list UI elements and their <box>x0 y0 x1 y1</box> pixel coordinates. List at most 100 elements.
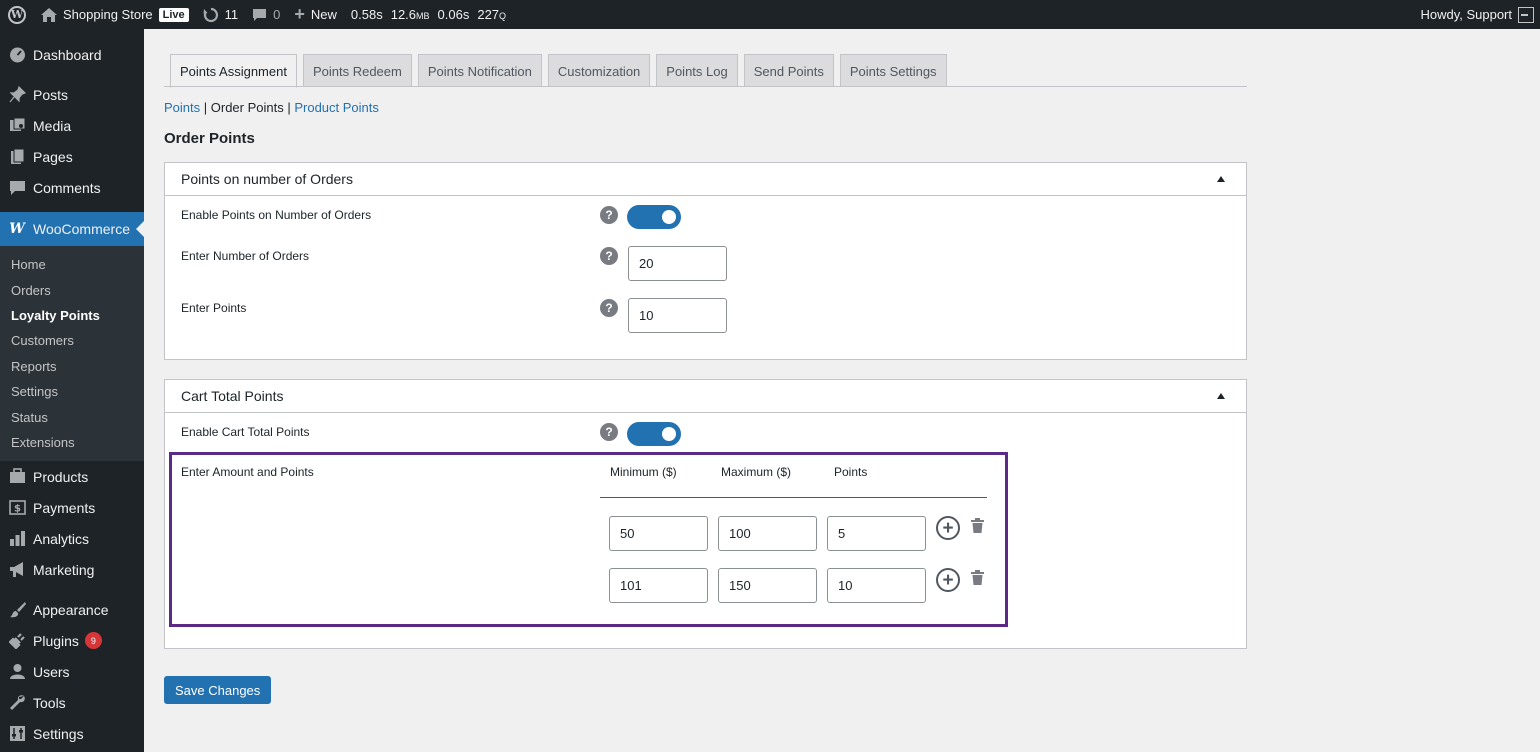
user-icon <box>8 663 26 681</box>
help-icon[interactable]: ? <box>600 206 618 224</box>
enable-cart-toggle[interactable] <box>627 422 681 446</box>
order-points-input[interactable] <box>628 298 727 333</box>
breadcrumb-points-link[interactable]: Points <box>164 100 200 115</box>
sidebar-item-marketing[interactable]: Marketing <box>0 554 144 585</box>
sidebar-label-media: Media <box>33 117 72 134</box>
breadcrumb-product-points-link[interactable]: Product Points <box>294 100 379 115</box>
tab-points-notification[interactable]: Points Notification <box>417 54 542 87</box>
comments-link[interactable]: 0 <box>245 0 287 29</box>
sidebar-label-payments: Payments <box>33 499 96 516</box>
metric-memory-value: 12.6 <box>390 7 417 22</box>
my-account-link[interactable]: Howdy, Support <box>1420 0 1540 29</box>
sidebar-item-dashboard[interactable]: Dashboard <box>0 39 144 70</box>
sidebar-item-users[interactable]: Users <box>0 656 144 687</box>
plugins-update-badge: 9 <box>84 632 102 650</box>
avatar-icon <box>1518 6 1534 23</box>
add-row-icon[interactable]: + <box>936 516 960 540</box>
row2-minimum-input[interactable] <box>609 568 708 603</box>
wrench-icon <box>8 694 26 712</box>
live-badge: Live <box>158 7 189 22</box>
sidebar-item-woocommerce[interactable]: W WooCommerce <box>0 212 144 246</box>
site-name-link[interactable]: Shopping Store Live <box>34 0 196 29</box>
metric-queries: 227Q <box>477 7 506 22</box>
pushpin-icon <box>8 86 26 104</box>
submenu-item-customers[interactable]: Customers <box>0 328 144 353</box>
sidebar-label-products: Products <box>33 468 89 485</box>
breadcrumb-separator: | <box>283 100 295 115</box>
sidebar-item-pages[interactable]: Pages <box>0 141 144 172</box>
trash-icon[interactable] <box>971 570 984 586</box>
sidebar-item-posts[interactable]: Posts <box>0 79 144 110</box>
tab-points-assignment[interactable]: Points Assignment <box>170 54 297 88</box>
amount-points-label: Enter Amount and Points <box>181 465 314 479</box>
sidebar-label-woocommerce: WooCommerce <box>33 221 130 237</box>
save-changes-button[interactable]: Save Changes <box>164 676 272 704</box>
row1-maximum-input[interactable] <box>718 516 817 551</box>
tab-points-log[interactable]: Points Log <box>656 54 738 87</box>
collapse-arrow-icon[interactable] <box>1217 393 1225 399</box>
home-icon <box>41 7 57 22</box>
query-monitor-link[interactable]: 0.58s 12.6MB 0.06s 227Q <box>344 0 521 29</box>
new-label: New <box>310 7 337 22</box>
breadcrumb-separator: | <box>200 100 211 115</box>
refresh-icon <box>203 7 219 23</box>
updates-count: 11 <box>224 7 239 22</box>
help-icon[interactable]: ? <box>600 247 618 265</box>
row1-points-input[interactable] <box>827 516 926 551</box>
submenu-item-settings[interactable]: Settings <box>0 379 144 404</box>
dashboard-icon <box>8 46 26 64</box>
sidebar-item-comments[interactable]: Comments <box>0 172 144 203</box>
tab-points-redeem[interactable]: Points Redeem <box>302 54 412 87</box>
metric-memory-unit: MB <box>416 11 430 21</box>
sidebar-item-analytics[interactable]: Analytics <box>0 523 144 554</box>
sidebar-item-media[interactable]: Media <box>0 110 144 141</box>
number-of-orders-input[interactable] <box>628 246 727 281</box>
updates-link[interactable]: 11 <box>196 0 246 29</box>
tab-send-points[interactable]: Send Points <box>743 54 834 87</box>
number-of-orders-label: Enter Number of Orders <box>181 249 310 263</box>
cart-panel-header[interactable]: Cart Total Points <box>165 380 1246 413</box>
new-content-link[interactable]: + New <box>287 0 344 29</box>
metric-queries-unit: Q <box>499 11 507 21</box>
row2-maximum-input[interactable] <box>718 568 817 603</box>
metric-time1: 0.58s <box>350 7 383 22</box>
comments-count: 0 <box>273 7 281 22</box>
sidebar-label-marketing: Marketing <box>33 561 95 578</box>
enable-cart-label: Enable Cart Total Points <box>181 425 310 439</box>
sidebar-label-plugins: Plugins <box>33 632 79 649</box>
products-icon <box>8 468 26 486</box>
orders-points-panel: Points on number of Orders Enable Points… <box>164 162 1247 360</box>
page-title: Order Points <box>164 130 255 147</box>
tab-customization[interactable]: Customization <box>547 54 651 87</box>
row1-minimum-input[interactable] <box>609 516 708 551</box>
submenu-item-loyalty-points[interactable]: Loyalty Points <box>0 303 144 328</box>
sidebar-label-analytics: Analytics <box>33 530 90 547</box>
sidebar-item-payments[interactable]: $ Payments <box>0 492 144 523</box>
help-icon[interactable]: ? <box>600 299 618 317</box>
admin-sidebar: Dashboard Posts Media Pages Comments W W… <box>0 29 144 752</box>
comments-icon <box>8 179 26 197</box>
orders-panel-header[interactable]: Points on number of Orders <box>165 163 1246 196</box>
submenu-item-reports[interactable]: Reports <box>0 354 144 379</box>
submenu-item-home[interactable]: Home <box>0 252 144 277</box>
submenu-item-extensions[interactable]: Extensions <box>0 430 144 455</box>
row2-points-input[interactable] <box>827 568 926 603</box>
help-icon[interactable]: ? <box>600 423 618 441</box>
wordpress-logo-icon[interactable]: W <box>0 0 34 29</box>
sidebar-item-appearance[interactable]: Appearance <box>0 594 144 625</box>
enable-orders-toggle[interactable] <box>627 205 681 229</box>
tabs-divider <box>164 86 1247 87</box>
sidebar-item-settings[interactable]: Settings <box>0 718 144 749</box>
add-row-icon[interactable]: + <box>936 568 960 592</box>
trash-icon[interactable] <box>971 518 984 534</box>
tab-points-settings[interactable]: Points Settings <box>839 54 947 87</box>
collapse-arrow-icon[interactable] <box>1217 176 1225 182</box>
sidebar-item-products[interactable]: Products <box>0 461 144 492</box>
submenu-item-status[interactable]: Status <box>0 404 144 429</box>
sidebar-label-posts: Posts <box>33 86 69 103</box>
sidebar-item-plugins[interactable]: Plugins 9 <box>0 625 144 656</box>
sidebar-item-tools[interactable]: Tools <box>0 687 144 718</box>
comment-bubble-icon <box>252 8 267 22</box>
orders-panel-title: Points on number of Orders <box>181 171 353 187</box>
submenu-item-orders[interactable]: Orders <box>0 277 144 302</box>
